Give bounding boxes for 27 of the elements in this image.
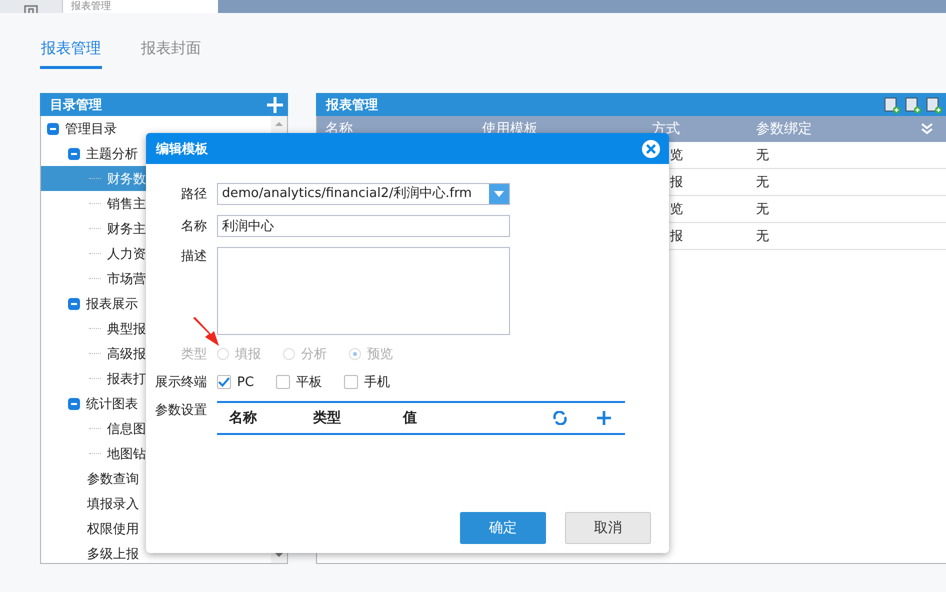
option-label: 分析	[301, 346, 327, 363]
field-label: 类型	[180, 346, 207, 363]
option-label: 填报	[235, 346, 261, 363]
table-cell-text: 无	[756, 147, 770, 164]
table-cell-text: 报	[669, 174, 684, 191]
field-label: 描述	[180, 248, 207, 265]
table-cell-text: 无	[756, 174, 770, 191]
field-label: 路径	[180, 186, 207, 203]
table-cell-text: 览	[669, 201, 684, 218]
table-cell-text: 无	[756, 201, 770, 218]
field-label: 参数设置	[154, 402, 207, 419]
option-label: 手机	[364, 374, 390, 391]
field-label: 名称	[180, 218, 207, 235]
option-label: PC	[237, 374, 254, 390]
dialog-title: 编辑模板	[156, 140, 208, 158]
column-header: 类型	[313, 409, 342, 427]
option-label: 平板	[296, 374, 322, 391]
field-label: 展示终端	[154, 374, 207, 391]
panel-title: 报表管理	[326, 96, 378, 114]
column-header: 参数绑定	[756, 120, 813, 138]
option-label: 预览	[367, 346, 393, 363]
table-cell-text: 无	[756, 228, 770, 245]
panel-title: 目录管理	[50, 96, 102, 114]
column-header: 值	[403, 409, 418, 427]
table-cell-text: 览	[669, 147, 684, 164]
table-cell-text: 报	[669, 228, 684, 245]
column-header: 名称	[229, 409, 258, 427]
